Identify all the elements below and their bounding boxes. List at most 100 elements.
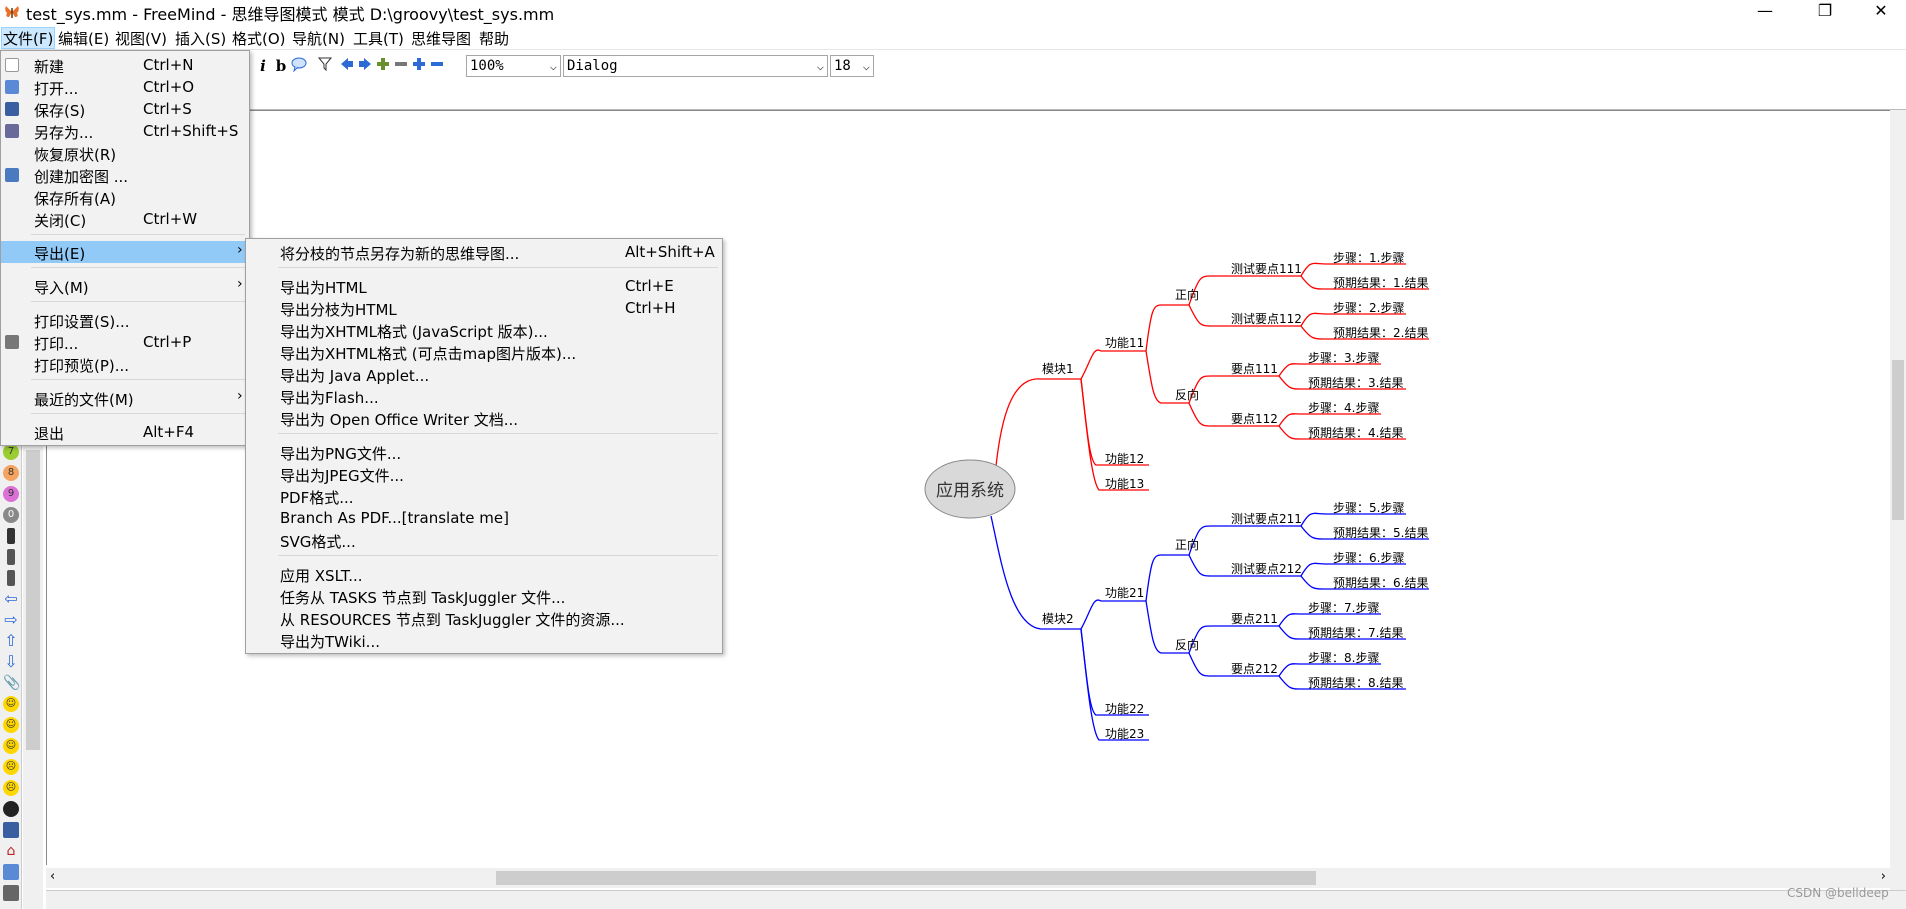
node-f22[interactable]: 功能22 — [1105, 702, 1144, 716]
node-module2[interactable]: 模块2 — [1042, 612, 1074, 626]
export-item-jpeg[interactable]: 导出为JPEG文件... — [246, 463, 722, 485]
leaf-14[interactable]: 预期结果：7.结果 — [1308, 626, 1403, 640]
node-module1[interactable]: 模块1 — [1042, 362, 1074, 376]
priority-9-icon[interactable]: 9 — [3, 486, 19, 502]
node-f11[interactable]: 功能11 — [1105, 336, 1144, 350]
cloud-note-icon[interactable] — [290, 56, 308, 76]
menu-view[interactable]: 视图(V) — [115, 28, 167, 49]
italic-button[interactable]: i — [254, 56, 272, 76]
node-t112[interactable]: 测试要点112 — [1231, 311, 1302, 326]
export-item-taskjuggler-tasks[interactable]: 任务从 TASKS 节点到 TaskJuggler 文件... — [246, 585, 722, 607]
menu-item-encrypt[interactable]: 创建加密图 ... — [1, 164, 249, 186]
menu-item-new[interactable]: 新建 Ctrl+N — [1, 54, 249, 76]
leaf-16[interactable]: 预期结果：8.结果 — [1308, 676, 1403, 690]
node-negative-2[interactable]: 反向 — [1175, 637, 1199, 652]
scroll-right-icon[interactable]: › — [1881, 869, 1886, 884]
scroll-thumb[interactable] — [1892, 360, 1904, 520]
smiley-sad-icon[interactable]: ☹ — [3, 759, 19, 775]
leaf-2[interactable]: 预期结果：1.结果 — [1333, 276, 1428, 290]
node-positive-1[interactable]: 正向 — [1175, 287, 1199, 302]
remove-icon[interactable] — [428, 56, 446, 76]
menu-file[interactable]: 文件(F) — [1, 27, 56, 49]
priority-8-icon[interactable]: 8 — [3, 465, 19, 481]
node-f23[interactable]: 功能23 — [1105, 727, 1144, 741]
menu-item-revert[interactable]: 恢复原状(R) — [1, 142, 249, 164]
export-item-openoffice[interactable]: 导出为 Open Office Writer 文档... — [246, 407, 722, 429]
export-item-branch-pdf[interactable]: Branch As PDF...[translate me] — [246, 507, 722, 529]
export-item-png[interactable]: 导出为PNG文件... — [246, 441, 722, 463]
menu-mindmap[interactable]: 思维导图 — [411, 28, 471, 49]
node-p112[interactable]: 要点112 — [1231, 412, 1278, 426]
node-t211[interactable]: 测试要点211 — [1231, 511, 1302, 526]
printer-icon[interactable] — [3, 885, 19, 901]
menu-item-close[interactable]: 关闭(C) Ctrl+W — [1, 208, 249, 230]
node-t111[interactable]: 测试要点111 — [1231, 261, 1302, 276]
minimize-button[interactable]: — — [1740, 0, 1790, 24]
traffic-light-yellow-icon[interactable] — [7, 549, 15, 565]
leaf-6[interactable]: 预期结果：3.结果 — [1308, 376, 1403, 390]
export-item-html[interactable]: 导出为HTML Ctrl+E — [246, 275, 722, 297]
folder-icon[interactable] — [3, 864, 19, 880]
export-item-pdf[interactable]: PDF格式... — [246, 485, 722, 507]
export-item-xhtml-js[interactable]: 导出为XHTML格式 (JavaScript 版本)... — [246, 319, 722, 341]
arrow-down-icon[interactable]: ⇩ — [3, 654, 19, 670]
zoom-select[interactable]: 100% ⌵ — [466, 55, 561, 77]
export-item-branch-html[interactable]: 导出分枝为HTML Ctrl+H — [246, 297, 722, 319]
filter-icon[interactable] — [316, 56, 334, 76]
menu-tools[interactable]: 工具(T) — [353, 28, 404, 49]
bold-button[interactable]: b — [272, 56, 290, 76]
menu-insert[interactable]: 插入(S) — [175, 28, 226, 49]
leaf-5[interactable]: 步骤：3.步骤 — [1308, 351, 1379, 365]
leaf-1[interactable]: 步骤：1.步骤 — [1333, 251, 1404, 265]
priority-0-icon[interactable]: 0 — [3, 507, 19, 523]
scroll-left-icon[interactable]: ‹ — [50, 869, 55, 884]
priority-7-icon[interactable]: 7 — [3, 444, 19, 460]
export-item-flash[interactable]: 导出为Flash... — [246, 385, 722, 407]
export-item-xslt[interactable]: 应用 XSLT... — [246, 563, 722, 585]
menu-item-import[interactable]: 导入(M) › — [1, 275, 249, 297]
paperclip-icon[interactable]: 📎 — [3, 675, 20, 691]
leaf-10[interactable]: 预期结果：5.结果 — [1333, 526, 1428, 540]
leaf-15[interactable]: 步骤：8.步骤 — [1308, 651, 1379, 665]
traffic-light-green-icon[interactable] — [7, 570, 15, 586]
export-item-twiki[interactable]: 导出为TWiki... — [246, 629, 722, 651]
leaf-11[interactable]: 步骤：6.步骤 — [1333, 551, 1404, 565]
menu-item-print-preview[interactable]: 打印预览(P)... — [1, 353, 249, 375]
close-button[interactable]: ✕ — [1856, 0, 1906, 24]
menu-item-print[interactable]: 打印... Ctrl+P — [1, 331, 249, 353]
zoom-out-icon[interactable] — [392, 56, 410, 76]
export-item-xhtml-map[interactable]: 导出为XHTML格式 (可点击map图片版本)... — [246, 341, 722, 363]
menu-item-save-as[interactable]: 另存为... Ctrl+Shift+S — [1, 120, 249, 142]
leaf-4[interactable]: 预期结果：2.结果 — [1333, 326, 1428, 340]
back-arrow-icon[interactable] — [338, 56, 356, 76]
bomb-icon[interactable] — [3, 801, 19, 817]
leaf-7[interactable]: 步骤：4.步骤 — [1308, 401, 1379, 415]
menu-item-open[interactable]: 打开... Ctrl+O — [1, 76, 249, 98]
menu-item-exit[interactable]: 退出 Alt+F4 — [1, 421, 249, 443]
export-item-svg[interactable]: SVG格式... — [246, 529, 722, 551]
export-item-java-applet[interactable]: 导出为 Java Applet... — [246, 363, 722, 385]
menu-help[interactable]: 帮助 — [479, 28, 509, 49]
node-negative-1[interactable]: 反向 — [1175, 387, 1199, 402]
node-f13[interactable]: 功能13 — [1105, 477, 1144, 491]
smiley-neutral-icon[interactable]: ☺ — [3, 717, 19, 733]
leaf-9[interactable]: 步骤：5.步骤 — [1333, 501, 1404, 515]
zoom-in-icon[interactable] — [410, 56, 428, 76]
home-icon[interactable]: ⌂ — [3, 843, 19, 859]
vertical-scrollbar[interactable] — [1890, 110, 1906, 890]
add-node-icon[interactable] — [374, 56, 392, 76]
node-p111[interactable]: 要点111 — [1231, 362, 1278, 376]
menu-item-save[interactable]: 保存(S) Ctrl+S — [1, 98, 249, 120]
menu-item-save-all[interactable]: 保存所有(A) — [1, 186, 249, 208]
node-f12[interactable]: 功能12 — [1105, 452, 1144, 466]
arrow-up-icon[interactable]: ⇧ — [3, 633, 19, 649]
leaf-12[interactable]: 预期结果：6.结果 — [1333, 576, 1428, 590]
node-f21[interactable]: 功能21 — [1105, 586, 1144, 600]
node-t212[interactable]: 测试要点212 — [1231, 561, 1302, 576]
menu-item-print-setup[interactable]: 打印设置(S)... — [1, 309, 249, 331]
book-icon[interactable] — [3, 822, 19, 838]
menu-item-export[interactable]: 导出(E) › — [1, 241, 249, 263]
smiley-happy-icon[interactable]: ☺ — [3, 696, 19, 712]
arrow-left-icon[interactable]: ⇦ — [3, 591, 19, 607]
arrow-right-icon[interactable]: ⇨ — [3, 612, 19, 628]
